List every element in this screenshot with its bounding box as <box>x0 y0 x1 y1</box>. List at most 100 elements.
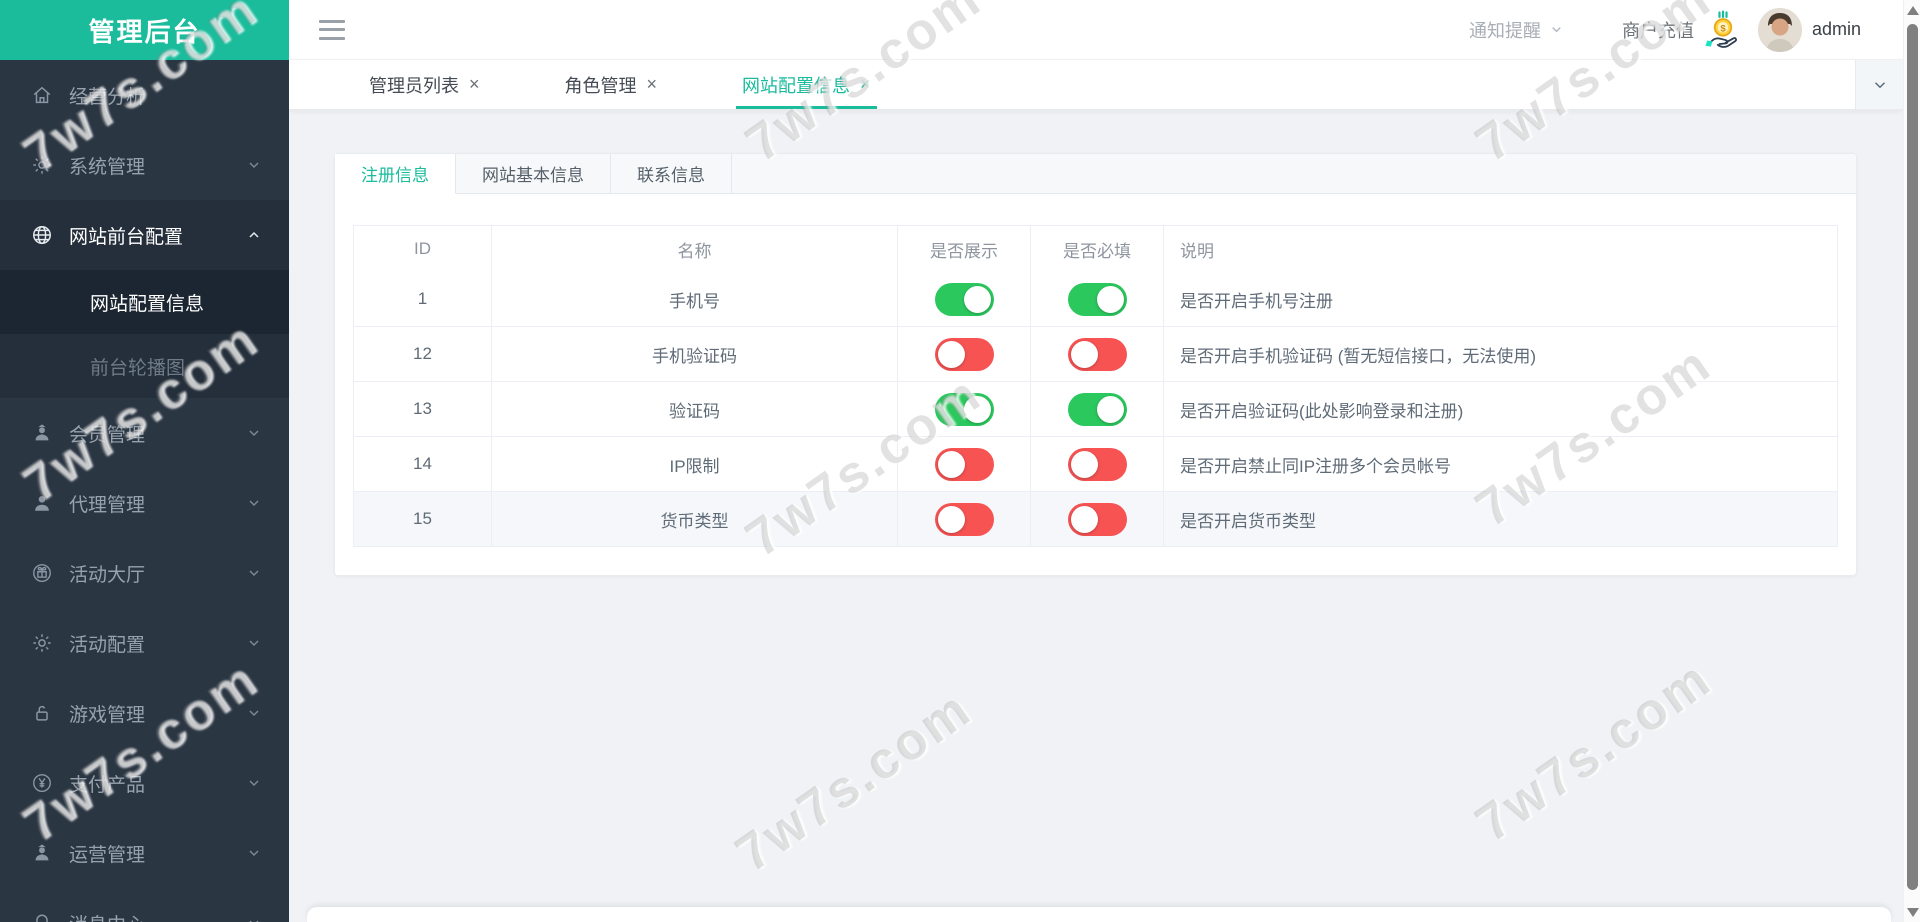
show-toggle[interactable] <box>934 282 994 316</box>
tab-admin-list[interactable]: 管理员列表 × <box>369 60 480 109</box>
cell-name: 手机验证码 <box>492 327 898 381</box>
sidebar-item-label: 会员管理 <box>69 424 146 446</box>
required-toggle[interactable] <box>1067 337 1127 371</box>
required-toggle[interactable] <box>1067 282 1127 316</box>
required-toggle[interactable] <box>1067 392 1127 426</box>
config-card: 注册信息 网站基本信息 联系信息 ID 名称 是否展示 是否必填 说明 1 手机… <box>334 153 1857 576</box>
sidebar-item-activity-config[interactable]: 活动配置 <box>0 608 289 678</box>
gear-icon <box>30 631 54 655</box>
scrollbar-thumb[interactable] <box>1907 24 1918 890</box>
sidebar-item-message-center[interactable]: 消息中心 <box>0 888 289 922</box>
notification-label: 通知提醒 <box>1468 20 1541 41</box>
sidebar-item-agent-management[interactable]: 代理管理 <box>0 468 289 538</box>
cell-id: 15 <box>354 492 492 546</box>
required-toggle[interactable] <box>1067 447 1127 481</box>
sidebar-item-label: 支付产品 <box>69 774 146 796</box>
cell-id: 13 <box>354 382 492 436</box>
sidebar-subitem-frontend-carousel[interactable]: 前台轮播图 <box>0 334 289 398</box>
top-header: 通知提醒 商户充值 $ admin <box>289 0 1903 60</box>
operator-icon <box>30 841 54 865</box>
close-icon[interactable]: × <box>860 74 871 95</box>
vertical-scrollbar[interactable] <box>1903 0 1920 922</box>
table-row: 15 货币类型 是否开启货币类型 <box>354 491 1837 546</box>
bell-icon <box>30 911 54 922</box>
chevron-up-icon <box>246 227 262 243</box>
chevron-down-icon <box>246 775 262 791</box>
card-tab-label: 注册信息 <box>361 166 429 185</box>
merchant-recharge-button[interactable]: 商户充值 $ <box>1622 9 1744 51</box>
column-header-show: 是否展示 <box>898 226 1031 272</box>
tabbar-collapse-button[interactable] <box>1855 60 1903 109</box>
tab-label: 管理员列表 <box>369 75 459 96</box>
close-icon[interactable]: × <box>469 74 480 95</box>
sidebar-menu: 经营分析 系统管理 网站前台配置 网站配置信息 前台轮播图 会员管理 代理管理 … <box>0 60 289 922</box>
sidebar-item-payment-products[interactable]: 支付产品 <box>0 748 289 818</box>
cell-name: 货币类型 <box>492 492 898 546</box>
sidebar-subitem-site-config-info[interactable]: 网站配置信息 <box>0 270 289 334</box>
sidebar-item-label: 网站前台配置 <box>69 226 184 248</box>
show-toggle[interactable] <box>934 337 994 371</box>
sidebar-item-member-management[interactable]: 会员管理 <box>0 398 289 468</box>
sidebar-item-activity-hall[interactable]: 活动大厅 <box>0 538 289 608</box>
sidebar-item-frontend-config[interactable]: 网站前台配置 <box>0 200 289 270</box>
scroll-up-arrow[interactable] <box>1907 6 1919 15</box>
cell-desc: 是否开启手机验证码 (暂无短信接口，无法使用) <box>1180 346 1537 366</box>
svg-text:$: $ <box>1720 23 1726 34</box>
sidebar-item-label: 系统管理 <box>69 156 146 178</box>
required-toggle[interactable] <box>1067 502 1127 536</box>
sidebar-item-label: 消息中心 <box>69 910 246 922</box>
tab-role-management[interactable]: 角色管理 × <box>565 60 658 109</box>
sidebar: 管理后台 经营分析 系统管理 网站前台配置 网站配置信息 前台轮播图 会员管理 … <box>0 0 289 922</box>
table-row: 12 手机验证码 是否开启手机验证码 (暂无短信接口，无法使用) <box>354 326 1837 381</box>
sidebar-item-label: 经营分析 <box>69 86 146 108</box>
column-header-name: 名称 <box>492 226 898 272</box>
chevron-down-icon <box>246 495 262 511</box>
sidebar-item-system-management[interactable]: 系统管理 <box>0 130 289 200</box>
close-icon[interactable]: × <box>647 74 658 95</box>
cell-name: IP限制 <box>492 437 898 491</box>
sidebar-item-label: 活动大厅 <box>69 564 146 586</box>
tab-register-info[interactable]: 注册信息 <box>335 154 456 194</box>
show-toggle[interactable] <box>934 502 994 536</box>
table-row: 13 验证码 是否开启验证码(此处影响登录和注册) <box>354 381 1837 436</box>
header-right: 通知提醒 商户充值 $ admin <box>1469 7 1861 52</box>
recharge-label: 商户充值 <box>1621 20 1694 41</box>
sidebar-item-business-analysis[interactable]: 经营分析 <box>0 60 289 130</box>
cell-desc: 是否开启手机号注册 <box>1180 291 1333 311</box>
app-title: 管理后台 <box>88 16 201 47</box>
lock-icon <box>30 701 54 725</box>
cell-id: 1 <box>354 272 492 326</box>
sidebar-subitem-label: 网站配置信息 <box>90 293 205 315</box>
admin-page: 管理后台 经营分析 系统管理 网站前台配置 网站配置信息 前台轮播图 会员管理 … <box>0 0 1920 922</box>
username-label: admin <box>1811 19 1861 39</box>
gift-icon <box>30 561 54 585</box>
chevron-down-icon <box>1549 22 1564 37</box>
chevron-down-icon <box>246 845 262 861</box>
sidebar-item-label: 代理管理 <box>69 494 146 516</box>
show-toggle[interactable] <box>934 392 994 426</box>
user-avatar[interactable] <box>1757 7 1802 52</box>
table-body: 1 手机号 是否开启手机号注册 12 手机验证码 是否开启手机验证码 (暂无短信… <box>354 272 1837 546</box>
gear-icon <box>30 153 54 177</box>
table-header-row: ID 名称 是否展示 是否必填 说明 <box>354 226 1837 272</box>
tab-contact-info[interactable]: 联系信息 <box>611 154 732 193</box>
sidebar-item-operations-management[interactable]: 运营管理 <box>0 818 289 888</box>
scroll-down-arrow[interactable] <box>1907 908 1919 917</box>
app-logo: 管理后台 <box>0 0 289 60</box>
tab-site-basic-info[interactable]: 网站基本信息 <box>456 154 611 193</box>
show-toggle[interactable] <box>934 447 994 481</box>
sidebar-subitem-label: 前台轮播图 <box>90 357 186 379</box>
notification-dropdown[interactable]: 通知提醒 <box>1469 17 1564 43</box>
cell-id: 12 <box>354 327 492 381</box>
cell-id: 14 <box>354 437 492 491</box>
person-icon <box>30 491 54 515</box>
tab-site-config-info[interactable]: 网站配置信息 × <box>736 60 877 109</box>
sidebar-item-game-management[interactable]: 游戏管理 <box>0 678 289 748</box>
yen-icon <box>30 771 54 795</box>
column-header-desc: 说明 <box>1180 241 1214 261</box>
sidebar-item-label: 游戏管理 <box>69 704 146 726</box>
sidebar-submenu-frontend-config: 网站配置信息 前台轮播图 <box>0 270 289 398</box>
sidebar-item-label: 运营管理 <box>69 844 146 866</box>
hamburger-menu-icon[interactable] <box>319 19 345 40</box>
coin-hand-icon: $ <box>1702 9 1744 51</box>
